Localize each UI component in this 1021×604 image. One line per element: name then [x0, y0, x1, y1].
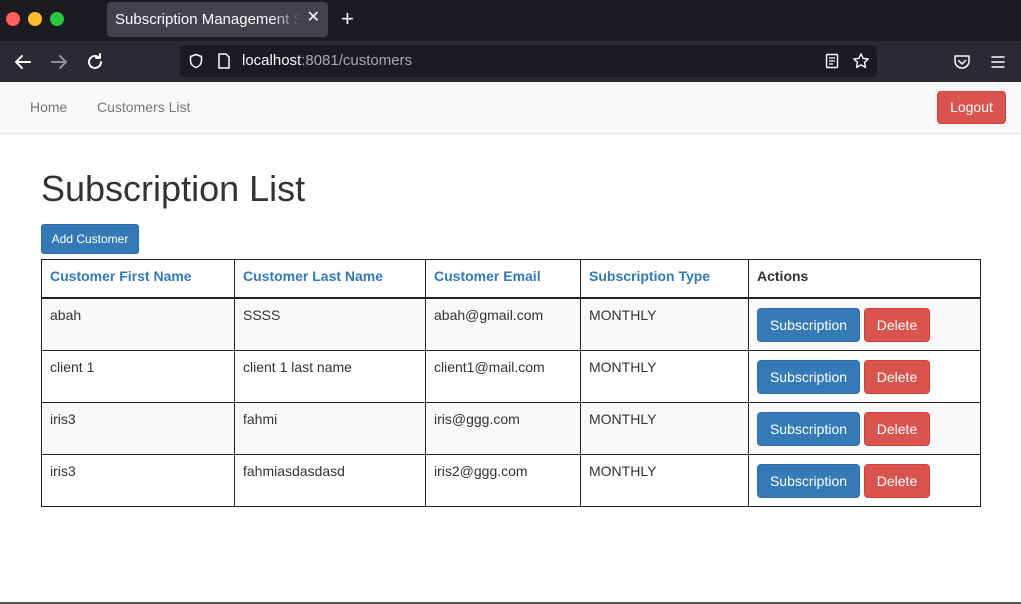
- forward-arrow-icon[interactable]: [48, 51, 70, 73]
- cell-actions: Subscription Delete: [748, 401, 981, 455]
- page-title: Subscription List: [41, 168, 306, 209]
- cell-first-name: abah: [41, 297, 235, 351]
- subscription-button[interactable]: Subscription: [757, 411, 860, 446]
- cell-last-name: fahmiasdasdasd: [234, 453, 426, 507]
- bookmark-star-icon[interactable]: [852, 52, 870, 70]
- window-maximize-icon[interactable]: [50, 12, 64, 26]
- reader-view-icon[interactable]: [825, 53, 839, 69]
- cell-email: client1@mail.com: [425, 349, 581, 403]
- cell-actions: Subscription Delete: [748, 297, 981, 351]
- window-close-icon[interactable]: [6, 12, 20, 26]
- tab-close-icon[interactable]: ✕: [307, 9, 320, 27]
- cell-first-name: client 1: [41, 349, 235, 403]
- delete-button[interactable]: Delete: [864, 359, 930, 394]
- cell-last-name: SSSS: [234, 297, 426, 351]
- logout-button[interactable]: Logout: [937, 91, 1006, 124]
- new-tab-icon[interactable]: +: [341, 8, 354, 30]
- cell-subscription-type: MONTHLY: [580, 453, 749, 507]
- cell-email: iris@ggg.com: [425, 401, 581, 455]
- table-row: abah SSSS abah@gmail.com MONTHLY Subscri…: [41, 297, 981, 351]
- browser-tab[interactable]: Subscription Management System ✕: [107, 2, 328, 37]
- window-minimize-icon[interactable]: [28, 12, 42, 26]
- back-arrow-icon[interactable]: [12, 51, 34, 73]
- cell-email: abah@gmail.com: [425, 297, 581, 351]
- header-actions: Actions: [748, 259, 981, 299]
- table-row: iris3 fahmi iris@ggg.com MONTHLY Subscri…: [41, 401, 981, 455]
- tracking-shield-icon[interactable]: [188, 53, 204, 69]
- url-path: :8081/customers: [301, 52, 413, 69]
- url-host: localhost: [242, 52, 302, 69]
- add-customer-button[interactable]: Add Customer: [41, 224, 139, 254]
- customers-table: Customer First Name Customer Last Name C…: [41, 259, 981, 507]
- nav-home-link[interactable]: Home: [30, 99, 67, 115]
- header-subscription-type[interactable]: Subscription Type: [580, 259, 749, 299]
- pocket-icon[interactable]: [953, 53, 971, 71]
- cell-first-name: iris3: [41, 401, 235, 455]
- delete-button[interactable]: Delete: [864, 307, 930, 342]
- page-icon[interactable]: [217, 53, 231, 69]
- url-bar[interactable]: localhost:8081/customers: [180, 45, 877, 77]
- table-header-row: Customer First Name Customer Last Name C…: [41, 259, 981, 299]
- browser-toolbar: localhost:8081/customers: [0, 41, 1021, 82]
- tab-title: Subscription Management System: [115, 11, 300, 28]
- table-row: client 1 client 1 last name client1@mail…: [41, 349, 981, 403]
- subscription-button[interactable]: Subscription: [757, 359, 860, 394]
- cell-first-name: iris3: [41, 453, 235, 507]
- cell-actions: Subscription Delete: [748, 349, 981, 403]
- hamburger-menu-icon[interactable]: [990, 54, 1006, 70]
- url-text[interactable]: localhost:8081/customers: [242, 52, 412, 69]
- cell-last-name: client 1 last name: [234, 349, 426, 403]
- nav-customers-list-link[interactable]: Customers List: [97, 99, 190, 115]
- cell-actions: Subscription Delete: [748, 453, 981, 507]
- subscription-button[interactable]: Subscription: [757, 463, 860, 498]
- header-email[interactable]: Customer Email: [425, 259, 581, 299]
- cell-last-name: fahmi: [234, 401, 426, 455]
- header-last-name[interactable]: Customer Last Name: [234, 259, 426, 299]
- cell-subscription-type: MONTHLY: [580, 349, 749, 403]
- delete-button[interactable]: Delete: [864, 463, 930, 498]
- reload-icon[interactable]: [84, 51, 106, 73]
- delete-button[interactable]: Delete: [864, 411, 930, 446]
- cell-email: iris2@ggg.com: [425, 453, 581, 507]
- top-navbar: Home Customers List: [0, 82, 1021, 134]
- subscription-button[interactable]: Subscription: [757, 307, 860, 342]
- browser-titlebar: Subscription Management System ✕ +: [0, 0, 1021, 41]
- header-first-name[interactable]: Customer First Name: [41, 259, 235, 299]
- cell-subscription-type: MONTHLY: [580, 401, 749, 455]
- table-row: iris3 fahmiasdasdasd iris2@ggg.com MONTH…: [41, 453, 981, 507]
- cell-subscription-type: MONTHLY: [580, 297, 749, 351]
